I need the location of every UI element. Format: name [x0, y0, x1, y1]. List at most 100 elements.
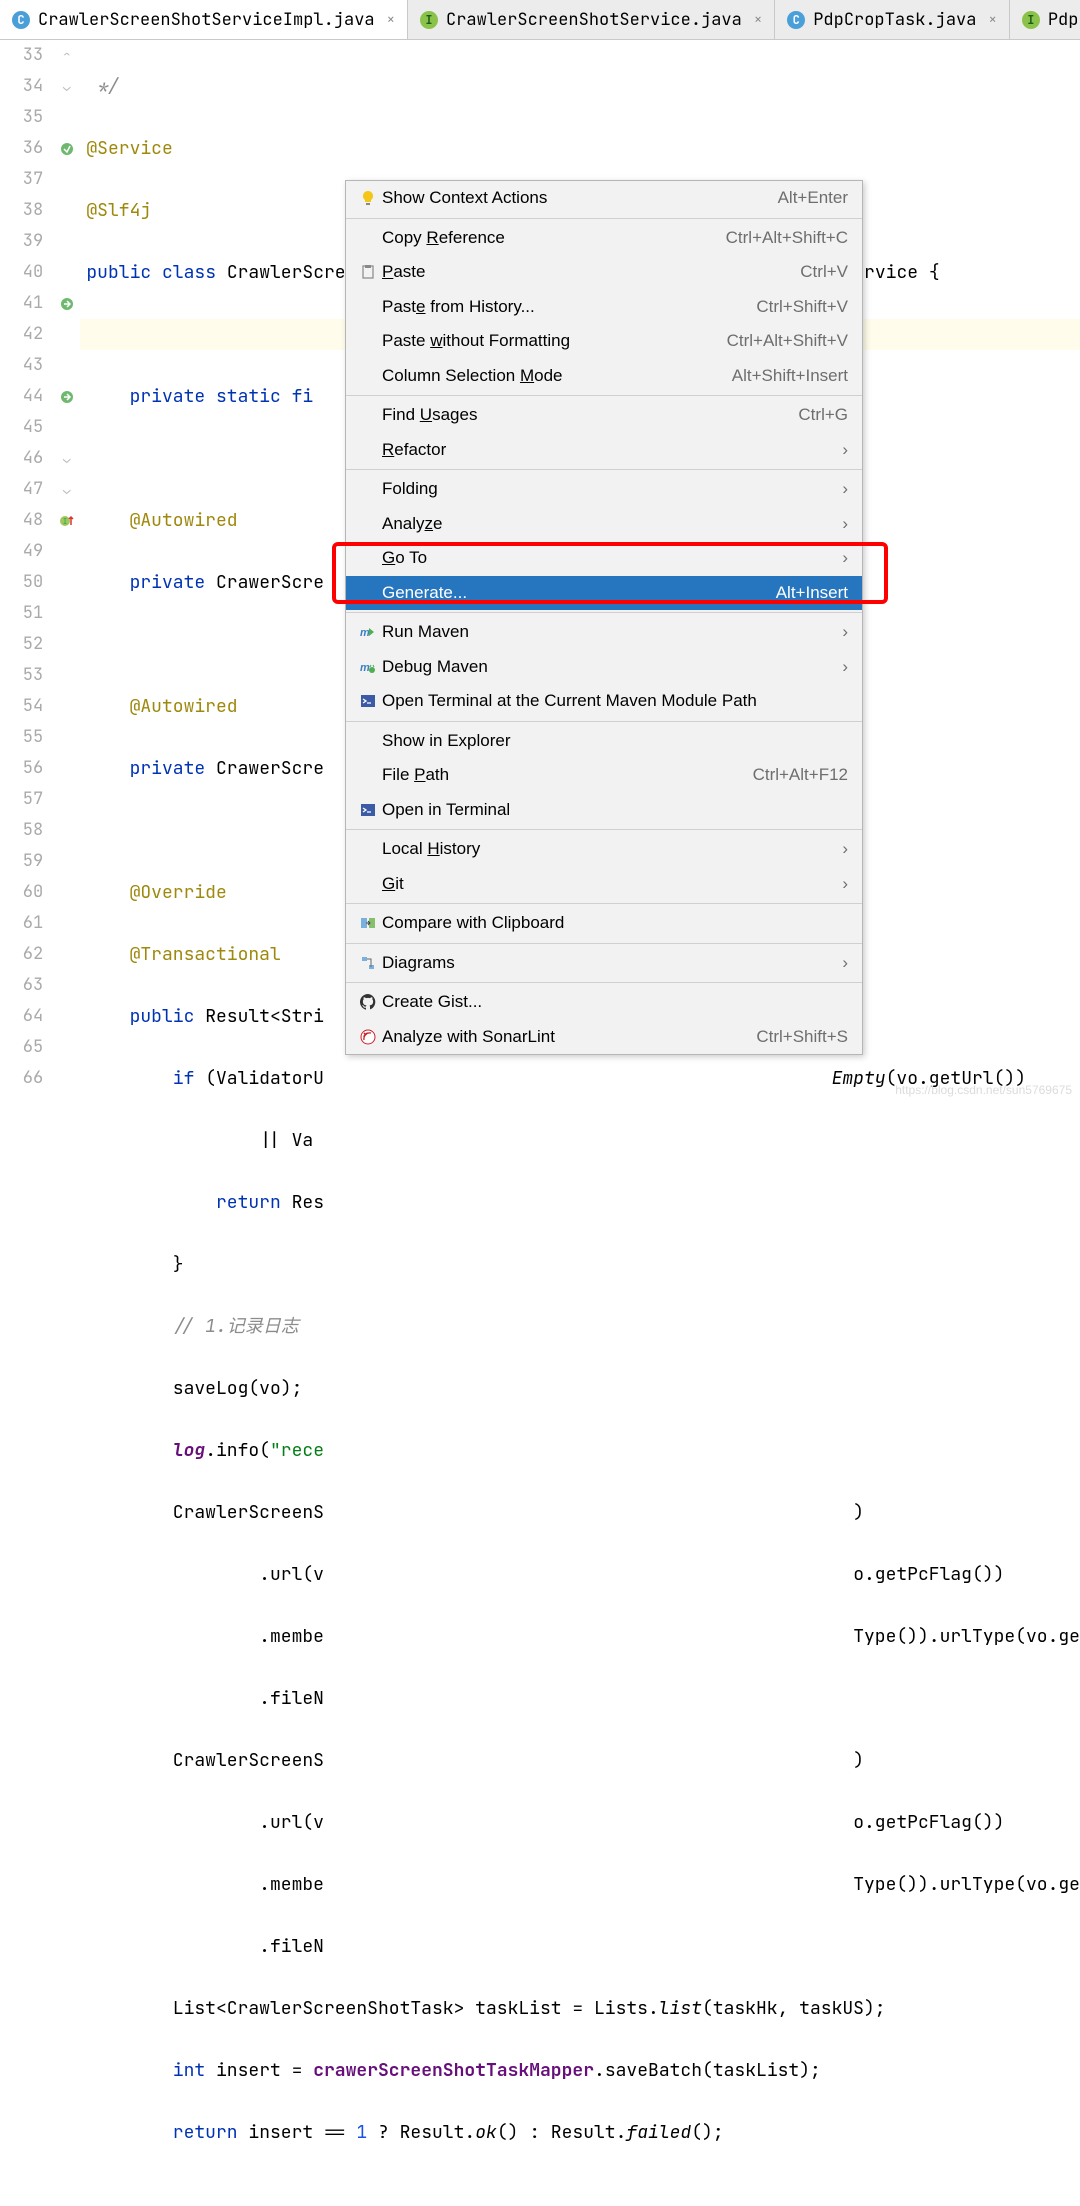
class-icon: C	[787, 11, 805, 29]
svg-text:m: m	[360, 627, 370, 639]
terminal-icon	[356, 693, 380, 709]
svg-text:m: m	[360, 662, 370, 674]
terminal2-icon	[356, 802, 380, 818]
fold-start-icon[interactable]: ⌄	[63, 481, 71, 498]
menu-item-shortcut: Ctrl+V	[800, 262, 848, 282]
sonar-icon	[356, 1029, 380, 1045]
chevron-right-icon: ›	[832, 440, 848, 460]
tab-file-0[interactable]: C CrawlerScreenShotServiceImpl.java ×	[0, 0, 408, 39]
tab-file-1[interactable]: I CrawlerScreenShotService.java ×	[408, 0, 775, 39]
menu-item-shortcut: Ctrl+Shift+V	[756, 297, 848, 317]
paste-icon	[356, 264, 380, 280]
menu-item-create-gist[interactable]: Create Gist...	[346, 985, 862, 1020]
chevron-right-icon: ›	[832, 657, 848, 677]
menu-item-copy-reference[interactable]: Copy ReferenceCtrl+Alt+Shift+C	[346, 221, 862, 256]
menu-item-label: File Path	[380, 765, 753, 785]
menu-item-label: Compare with Clipboard	[380, 913, 848, 933]
menu-item-label: Create Gist...	[380, 992, 848, 1012]
menu-item-label: Refactor	[380, 440, 832, 460]
menu-separator	[346, 982, 862, 983]
tab-label: PdpCropTask.java	[813, 9, 976, 31]
menu-item-diagrams[interactable]: Diagrams›	[346, 946, 862, 981]
menu-item-label: Copy Reference	[380, 228, 726, 248]
menu-item-shortcut: Ctrl+Alt+Shift+V	[727, 331, 848, 351]
tab-file-3[interactable]: I PdpCrop	[1010, 0, 1080, 39]
menu-item-open-in-terminal[interactable]: Open in Terminal	[346, 793, 862, 828]
tab-label: CrawlerScreenShotService.java	[446, 9, 742, 31]
close-icon[interactable]: ×	[387, 11, 395, 29]
menu-item-file-path[interactable]: File PathCtrl+Alt+F12	[346, 758, 862, 793]
menu-item-paste[interactable]: PasteCtrl+V	[346, 255, 862, 290]
menu-item-label: Column Selection Mode	[380, 366, 732, 386]
menu-item-label: Open Terminal at the Current Maven Modul…	[380, 691, 848, 711]
chevron-right-icon: ›	[832, 874, 848, 894]
menu-item-open-terminal-at-the-current-maven-module-path[interactable]: Open Terminal at the Current Maven Modul…	[346, 684, 862, 719]
menu-item-shortcut: Ctrl+Alt+F12	[753, 765, 848, 785]
tab-label: CrawlerScreenShotServiceImpl.java	[38, 9, 375, 31]
menu-item-run-maven[interactable]: mRun Maven›	[346, 615, 862, 650]
maven-debug-icon: m	[356, 658, 380, 676]
menu-item-label: Analyze with SonarLint	[380, 1027, 756, 1047]
menu-item-label: Git	[380, 874, 832, 894]
gutter-icons: ⌃ ⌄ ⌄ ⌄ I	[53, 40, 80, 1103]
diagram-icon	[356, 955, 380, 971]
fold-start-icon[interactable]: ⌄	[63, 78, 71, 95]
menu-item-show-in-explorer[interactable]: Show in Explorer	[346, 724, 862, 759]
menu-item-analyze-with-sonarlint[interactable]: Analyze with SonarLintCtrl+Shift+S	[346, 1020, 862, 1055]
menu-item-shortcut: Ctrl+Alt+Shift+C	[726, 228, 848, 248]
menu-item-debug-maven[interactable]: m Debug Maven›	[346, 650, 862, 685]
chevron-right-icon: ›	[832, 839, 848, 859]
menu-item-paste-from-history[interactable]: Paste from History...Ctrl+Shift+V	[346, 290, 862, 325]
menu-item-label: Find Usages	[380, 405, 798, 425]
menu-item-git[interactable]: Git›	[346, 867, 862, 902]
maven-run-icon: m	[356, 623, 380, 641]
menu-item-compare-with-clipboard[interactable]: Compare with Clipboard	[346, 906, 862, 941]
menu-item-find-usages[interactable]: Find UsagesCtrl+G	[346, 398, 862, 433]
menu-item-paste-without-formatting[interactable]: Paste without FormattingCtrl+Alt+Shift+V	[346, 324, 862, 359]
menu-item-label: Show in Explorer	[380, 731, 848, 751]
menu-item-generate[interactable]: Generate...Alt+Insert	[346, 576, 862, 611]
menu-item-folding[interactable]: Folding›	[346, 472, 862, 507]
menu-item-shortcut: Ctrl+Shift+S	[756, 1027, 848, 1047]
menu-separator	[346, 829, 862, 830]
bulb-icon	[356, 190, 380, 206]
github-icon	[356, 994, 380, 1010]
fold-start-icon[interactable]: ⌄	[63, 450, 71, 467]
fold-up-icon[interactable]: ⌃	[63, 47, 71, 64]
gutter-override-up-icon[interactable]: I	[59, 513, 75, 529]
chevron-right-icon: ›	[832, 514, 848, 534]
interface-icon: I	[420, 11, 438, 29]
menu-item-label: Generate...	[380, 583, 776, 603]
menu-separator	[346, 218, 862, 219]
tab-file-2[interactable]: C PdpCropTask.java ×	[775, 0, 1010, 39]
menu-item-analyze[interactable]: Analyze›	[346, 507, 862, 542]
svg-text:I: I	[62, 517, 67, 527]
close-icon[interactable]: ×	[988, 11, 996, 29]
menu-item-label: Debug Maven	[380, 657, 832, 677]
chevron-right-icon: ›	[832, 953, 848, 973]
menu-separator	[346, 943, 862, 944]
menu-item-local-history[interactable]: Local History›	[346, 832, 862, 867]
menu-item-column-selection-mode[interactable]: Column Selection ModeAlt+Shift+Insert	[346, 359, 862, 394]
menu-item-shortcut: Alt+Insert	[776, 583, 848, 603]
menu-separator	[346, 469, 862, 470]
class-icon: C	[12, 11, 30, 29]
menu-item-label: Paste from History...	[380, 297, 756, 317]
menu-separator	[346, 721, 862, 722]
implements-icon[interactable]	[59, 389, 75, 405]
menu-item-label: Show Context Actions	[380, 188, 778, 208]
line-number-gutter: 33 34 35 36 37 38 39 40 41 42 43 44 45 4…	[0, 40, 53, 1103]
menu-item-label: Diagrams	[380, 953, 832, 973]
close-icon[interactable]: ×	[754, 11, 762, 29]
menu-item-label: Open in Terminal	[380, 800, 848, 820]
compare-icon	[356, 915, 380, 931]
menu-item-label: Local History	[380, 839, 832, 859]
chevron-right-icon: ›	[832, 548, 848, 568]
editor-tabs: C CrawlerScreenShotServiceImpl.java × I …	[0, 0, 1080, 40]
menu-item-refactor[interactable]: Refactor›	[346, 433, 862, 468]
menu-item-label: Go To	[380, 548, 832, 568]
override-icon[interactable]	[59, 141, 75, 157]
implements-icon[interactable]	[59, 296, 75, 312]
menu-item-go-to[interactable]: Go To›	[346, 541, 862, 576]
menu-item-show-context-actions[interactable]: Show Context ActionsAlt+Enter	[346, 181, 862, 216]
